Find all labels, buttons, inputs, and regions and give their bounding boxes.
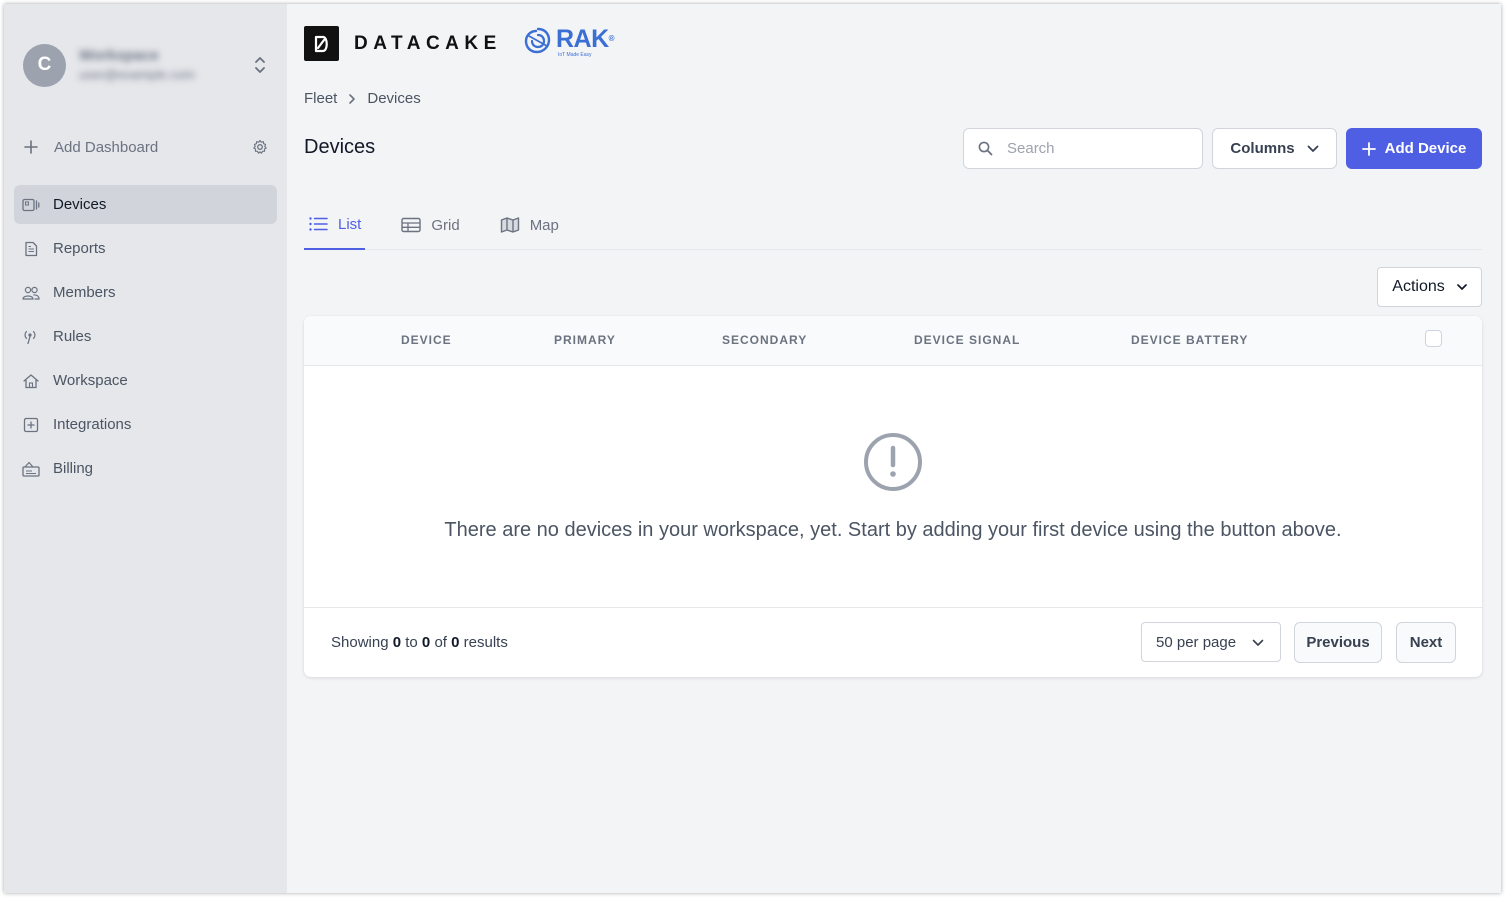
- tab-label: List: [338, 215, 362, 233]
- column-header-device[interactable]: DEVICE: [401, 333, 452, 347]
- broadcast-icon: [22, 328, 40, 346]
- table-footer: Showing 0 to 0 of 0 results 50 per page …: [304, 608, 1482, 676]
- actions-dropdown[interactable]: Actions: [1377, 267, 1482, 307]
- plus-icon: [1361, 141, 1376, 156]
- home-icon: [22, 372, 40, 390]
- billing-icon: [22, 460, 40, 478]
- datacake-logo-mark: [304, 26, 339, 61]
- search-input[interactable]: [1007, 140, 1187, 157]
- sidebar-item-label: Rules: [53, 328, 92, 345]
- chevron-down-icon: [1307, 145, 1318, 152]
- document-icon: [22, 240, 40, 258]
- tab-grid[interactable]: Grid: [397, 200, 463, 250]
- add-device-button[interactable]: Add Device: [1346, 128, 1482, 169]
- column-header-secondary[interactable]: SECONDARY: [722, 333, 807, 347]
- partner-name: RAK: [556, 25, 609, 53]
- sidebar-item-label: Reports: [53, 240, 106, 257]
- workspace-switcher[interactable]: C Workspace user@example.com: [23, 42, 275, 88]
- columns-button[interactable]: Columns: [1212, 128, 1337, 169]
- plus-square-icon: [22, 416, 40, 434]
- add-device-label: Add Device: [1384, 140, 1467, 157]
- sidebar: C Workspace user@example.com Add Dashboa…: [4, 4, 287, 893]
- column-header-device-battery[interactable]: DEVICE BATTERY: [1131, 333, 1248, 347]
- workspace-name: Workspace: [79, 47, 159, 64]
- add-dashboard-label: Add Dashboard: [54, 138, 159, 156]
- app-window: C Workspace user@example.com Add Dashboa…: [4, 4, 1501, 893]
- sidebar-item-label: Integrations: [53, 416, 132, 433]
- sidebar-nav: Devices Reports Members Rules Workspace …: [14, 185, 277, 493]
- devices-icon: [22, 196, 40, 214]
- sidebar-item-workspace[interactable]: Workspace: [14, 361, 277, 400]
- select-all-checkbox[interactable]: [1425, 330, 1442, 347]
- list-icon: [308, 216, 328, 232]
- results-to: 0: [421, 634, 431, 651]
- sidebar-item-devices[interactable]: Devices: [14, 185, 277, 224]
- sidebar-item-rules[interactable]: Rules: [14, 317, 277, 356]
- view-tabs: List Grid Map: [304, 200, 1482, 250]
- sidebar-item-label: Members: [53, 284, 116, 301]
- results-from: 0: [392, 634, 402, 651]
- empty-state-message: There are no devices in your workspace, …: [444, 519, 1342, 541]
- column-header-primary[interactable]: PRIMARY: [554, 333, 616, 347]
- sidebar-item-label: Workspace: [53, 372, 128, 389]
- sidebar-item-billing[interactable]: Billing: [14, 449, 277, 488]
- results-summary: Showing 0 to 0 of 0 results: [331, 634, 508, 651]
- per-page-select[interactable]: 50 per page: [1141, 622, 1281, 662]
- partner-mark: ®: [608, 34, 615, 43]
- tab-label: Map: [529, 216, 559, 234]
- exclamation-circle-icon: [864, 433, 922, 491]
- per-page-label: 50 per page: [1156, 633, 1237, 651]
- results-to-word: to: [405, 634, 418, 651]
- add-dashboard-button[interactable]: Add Dashboard: [23, 135, 268, 159]
- sidebar-item-label: Devices: [53, 196, 107, 213]
- rak-logo: RAK® IoT Made Easy: [523, 25, 615, 58]
- plus-icon: [24, 140, 38, 154]
- chevron-right-icon: [349, 93, 356, 104]
- search-icon: [978, 141, 993, 156]
- workspace-email: user@example.com: [79, 67, 195, 82]
- chevron-up-down-icon[interactable]: [253, 54, 267, 76]
- chevron-down-icon: [1252, 639, 1264, 646]
- sidebar-item-reports[interactable]: Reports: [14, 229, 277, 268]
- results-of-word: of: [434, 634, 447, 651]
- sidebar-item-members[interactable]: Members: [14, 273, 277, 312]
- results-prefix: Showing: [331, 634, 389, 651]
- avatar: C: [23, 43, 66, 87]
- search-box[interactable]: [963, 128, 1203, 169]
- sidebar-item-label: Billing: [53, 460, 94, 477]
- datacake-logo[interactable]: DATACAKE: [304, 26, 502, 61]
- breadcrumb-fleet[interactable]: Fleet: [304, 90, 337, 107]
- map-icon: [500, 217, 520, 233]
- page-title: Devices: [304, 136, 376, 158]
- results-total: 0: [451, 634, 460, 651]
- rak-logo-mark: [524, 27, 551, 54]
- brand-name: DATACAKE: [354, 32, 502, 54]
- users-icon: [22, 284, 40, 302]
- empty-state: There are no devices in your workspace, …: [304, 366, 1482, 608]
- tab-list[interactable]: List: [304, 200, 366, 250]
- tab-map[interactable]: Map: [496, 200, 563, 250]
- next-page-button[interactable]: Next: [1396, 622, 1456, 663]
- gear-icon[interactable]: [252, 139, 268, 155]
- table-icon: [401, 217, 422, 233]
- breadcrumb: Fleet Devices: [304, 90, 421, 107]
- column-header-device-signal[interactable]: DEVICE SIGNAL: [914, 333, 1020, 347]
- tab-label: Grid: [431, 216, 460, 234]
- previous-page-button[interactable]: Previous: [1294, 622, 1382, 663]
- devices-table: DEVICE PRIMARY SECONDARY DEVICE SIGNAL D…: [304, 316, 1482, 677]
- columns-label: Columns: [1230, 140, 1295, 157]
- breadcrumb-devices[interactable]: Devices: [367, 90, 420, 107]
- main-content: DATACAKE RAK® IoT Made Easy Fleet Device…: [287, 4, 1501, 893]
- table-header: DEVICE PRIMARY SECONDARY DEVICE SIGNAL D…: [304, 316, 1482, 366]
- sidebar-item-integrations[interactable]: Integrations: [14, 405, 277, 444]
- results-word: results: [463, 634, 508, 651]
- chevron-down-icon: [1456, 283, 1467, 290]
- actions-label: Actions: [1392, 278, 1445, 295]
